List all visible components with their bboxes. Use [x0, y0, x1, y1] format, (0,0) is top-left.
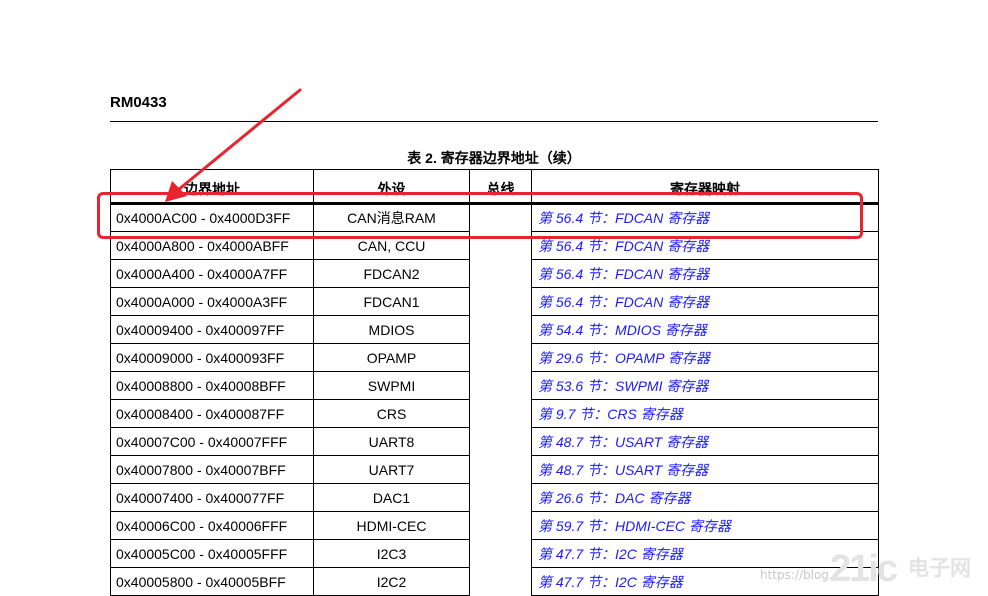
watermark: https://blog. 21ic 电子网 — [760, 548, 988, 595]
watermark-cn: 电子网 — [908, 557, 971, 580]
watermark-logo: 21ic — [830, 548, 898, 590]
watermark-url: https://blog. — [760, 568, 833, 582]
red-arrow-icon — [165, 88, 302, 202]
